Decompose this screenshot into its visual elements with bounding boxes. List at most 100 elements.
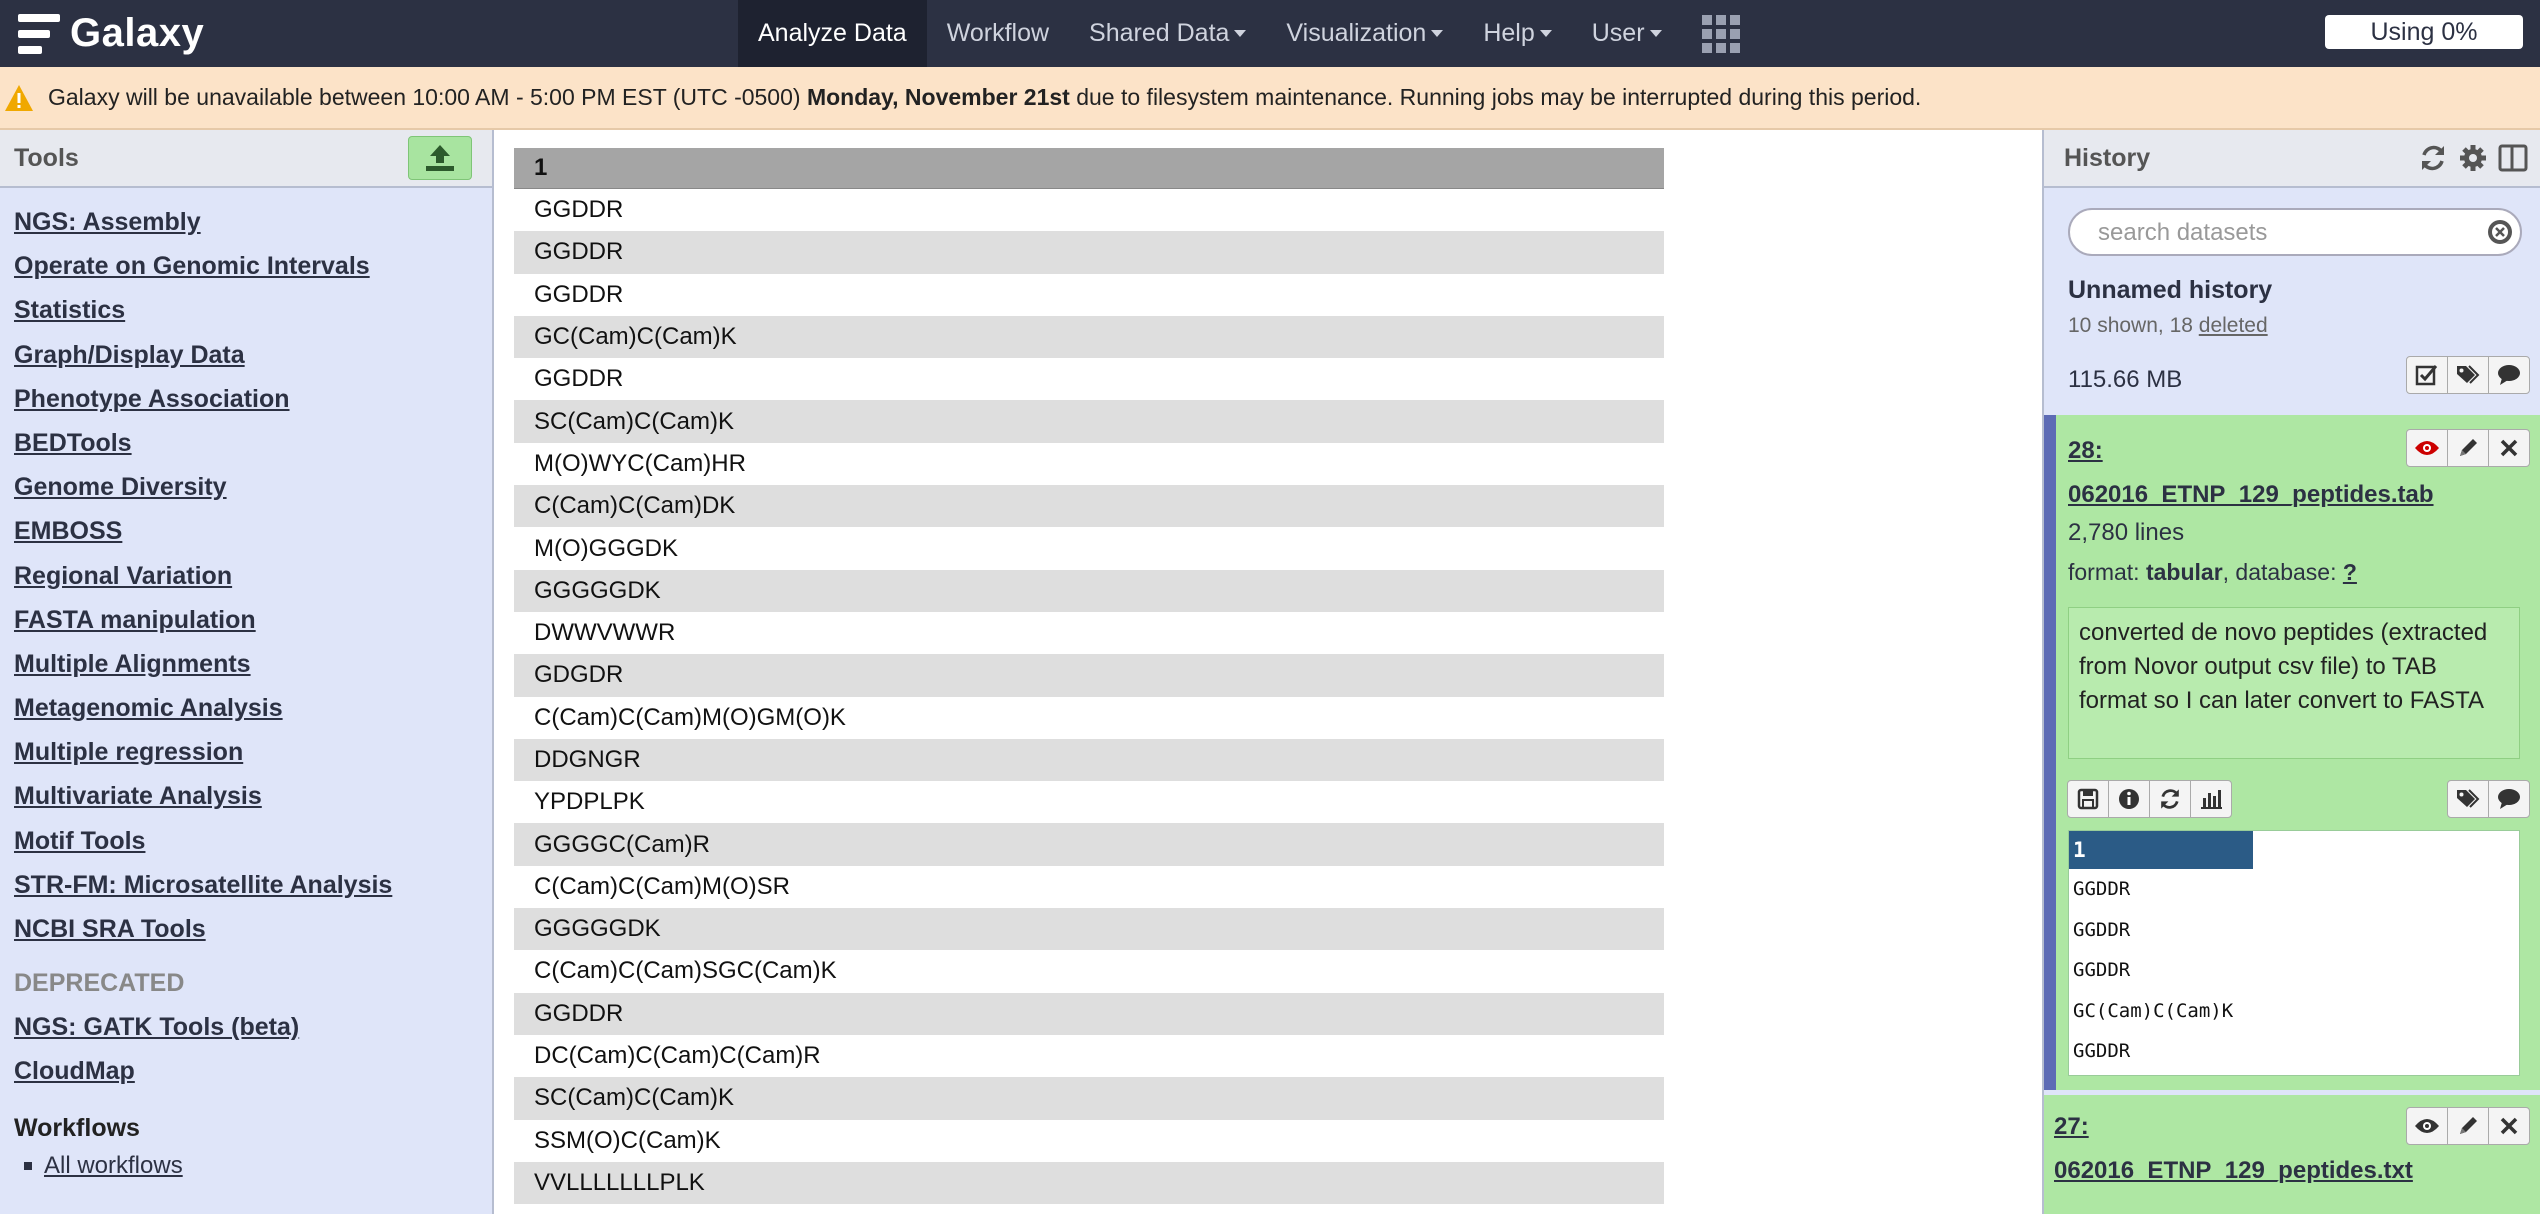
history-actions (2406, 356, 2530, 394)
masthead: Galaxy Analyze Data Workflow Shared Data… (0, 0, 2540, 67)
clear-search-icon[interactable] (2486, 218, 2514, 246)
table-row: DDGNGR (514, 738, 1664, 782)
pencil-icon (2460, 439, 2477, 456)
dataset-title[interactable]: 27: 062016_ETNP_129_peptides.txt (2054, 1105, 2454, 1193)
delete-dataset-button[interactable] (2488, 1107, 2530, 1145)
brand-link[interactable]: Galaxy (18, 6, 204, 61)
database-link[interactable]: ? (2343, 559, 2357, 585)
edit-attributes-button[interactable] (2447, 1107, 2489, 1145)
nav-user[interactable]: User (1572, 0, 1682, 67)
search-datasets-input[interactable] (2096, 218, 2480, 248)
tool-section-multiple-regression[interactable]: Multiple regression (14, 730, 478, 774)
nav-help[interactable]: Help (1463, 0, 1571, 67)
download-button[interactable] (2067, 780, 2109, 818)
notice-prefix: Galaxy will be unavailable between 10:00… (48, 84, 807, 110)
all-workflows-link[interactable]: All workflows (44, 1152, 183, 1180)
tool-section-fasta-manipulation[interactable]: FASTA manipulation (14, 598, 478, 642)
dataset-tags-button[interactable] (2447, 780, 2489, 818)
tool-section-ncbi-sra[interactable]: NCBI SRA Tools (14, 907, 478, 951)
table-row: GDGDR (514, 654, 1664, 697)
refresh-icon[interactable] (2418, 143, 2448, 173)
caret-down-icon (1431, 30, 1444, 37)
eye-icon (2415, 441, 2439, 455)
view-dataset-button[interactable] (2406, 1107, 2448, 1145)
table-cell: SC(Cam)C(Cam)K (514, 400, 1664, 443)
quota-meter[interactable]: Using 0% (2325, 15, 2523, 49)
history-name[interactable]: Unnamed history (2068, 276, 2272, 305)
table-row: C(Cam)C(Cam)M(O)SR (514, 866, 1664, 908)
nav-workflow[interactable]: Workflow (927, 0, 1069, 67)
main-nav: Analyze Data Workflow Shared Data Visual… (738, 0, 1760, 67)
caret-down-icon (1649, 30, 1662, 37)
table-cell: GGDDR (514, 992, 1664, 1035)
nav-label: User (1591, 19, 1645, 47)
edit-attributes-button[interactable] (2447, 429, 2489, 467)
format-value: tabular (2145, 559, 2223, 585)
table-cell: C(Cam)C(Cam)SGC(Cam)K (534, 957, 837, 985)
table-row: M(O)GGGDK (514, 527, 1664, 569)
table-cell: GGDDR (534, 280, 624, 308)
apps-grid-icon (1701, 14, 1740, 53)
tool-section-operate-genomic-intervals[interactable]: Operate on Genomic Intervals (14, 244, 478, 288)
tool-section-cloudmap[interactable]: CloudMap (14, 1049, 478, 1093)
tool-section-bedtools[interactable]: BEDTools (14, 421, 478, 465)
dataset-title[interactable]: 28: 062016_ETNP_129_peptides.tab (2068, 429, 2458, 517)
warning-icon (5, 84, 33, 111)
tool-section-str-fm[interactable]: STR-FM: Microsatellite Analysis (14, 863, 478, 907)
history-header-icons (2418, 143, 2528, 173)
table-row: GGGGGDK (514, 908, 1664, 951)
tool-section-genome-diversity[interactable]: Genome Diversity (14, 465, 478, 509)
dataset-annotation-button[interactable] (2488, 780, 2530, 818)
tool-section-regional-variation[interactable]: Regional Variation (14, 554, 478, 598)
table-cell: C(Cam)C(Cam)M(O)GM(O)K (534, 703, 846, 731)
table-cell: GGGGGDK (514, 569, 1664, 612)
dataset-actions (2406, 1107, 2530, 1145)
history-shown-count: 10 shown, 18 (2068, 314, 2199, 337)
eye-icon (2415, 1119, 2439, 1133)
columns-icon[interactable] (2498, 143, 2528, 173)
tool-section-emboss[interactable]: EMBOSS (14, 509, 478, 553)
nav-apps[interactable] (1682, 0, 1760, 67)
tool-section-graph-display[interactable]: Graph/Display Data (14, 333, 478, 377)
tool-section-phenotype-association[interactable]: Phenotype Association (14, 377, 478, 421)
peek-row: GGDDR (2073, 959, 2131, 981)
table-row: M(O)WYC(Cam)HR (514, 443, 1664, 485)
nav-visualization[interactable]: Visualization (1266, 0, 1463, 67)
dataset-line-count: 2,780 lines (2068, 519, 2185, 546)
deprecated-label: DEPRECATED (14, 969, 185, 998)
checkbox-icon (2415, 365, 2438, 386)
nav-shared-data[interactable]: Shared Data (1069, 0, 1266, 67)
gear-icon[interactable] (2458, 143, 2488, 173)
table-row: GGGGC(Cam)R (514, 823, 1664, 866)
deleted-link[interactable]: deleted (2199, 314, 2268, 337)
center-panel: 1 GGDDR GGDDR GGDDR GC(Cam)C(Cam)K GGDDR SC(C… (494, 130, 2042, 1214)
nav-analyze-data[interactable]: Analyze Data (738, 0, 927, 67)
tool-section-ngs-assembly[interactable]: NGS: Assembly (14, 200, 478, 244)
dataset-details-button[interactable] (2108, 780, 2150, 818)
rerun-icon (2161, 789, 2179, 809)
tool-section-multiple-alignments[interactable]: Multiple Alignments (14, 642, 478, 686)
peek-row: GGDDR (2073, 878, 2131, 900)
close-icon (2500, 1117, 2518, 1135)
tool-section-multivariate-analysis[interactable]: Multivariate Analysis (14, 774, 478, 818)
select-datasets-button[interactable] (2406, 356, 2448, 394)
dataset-format: format: tabular, database: ? (2068, 559, 2357, 586)
tool-section-statistics[interactable]: Statistics (14, 288, 478, 332)
rerun-button[interactable] (2149, 780, 2191, 818)
edit-tags-button[interactable] (2447, 356, 2489, 394)
edit-annotation-button[interactable] (2488, 356, 2530, 394)
visualize-button[interactable] (2190, 780, 2232, 818)
close-icon (2500, 439, 2518, 457)
peek-header: 1 (2069, 831, 2253, 869)
tool-section-gatk[interactable]: NGS: GATK Tools (beta) (14, 1005, 478, 1049)
table-header-row: 1 (514, 148, 1664, 189)
info-icon (2119, 789, 2139, 809)
delete-dataset-button[interactable] (2488, 429, 2530, 467)
upload-button[interactable] (408, 136, 472, 180)
dataset-meta-buttons (2447, 780, 2530, 818)
view-dataset-button[interactable] (2406, 429, 2448, 467)
nav-label: Workflow (946, 19, 1050, 47)
tool-section-motif-tools[interactable]: Motif Tools (14, 819, 478, 863)
comment-icon (2498, 789, 2520, 809)
tool-section-metagenomic-analysis[interactable]: Metagenomic Analysis (14, 686, 478, 730)
